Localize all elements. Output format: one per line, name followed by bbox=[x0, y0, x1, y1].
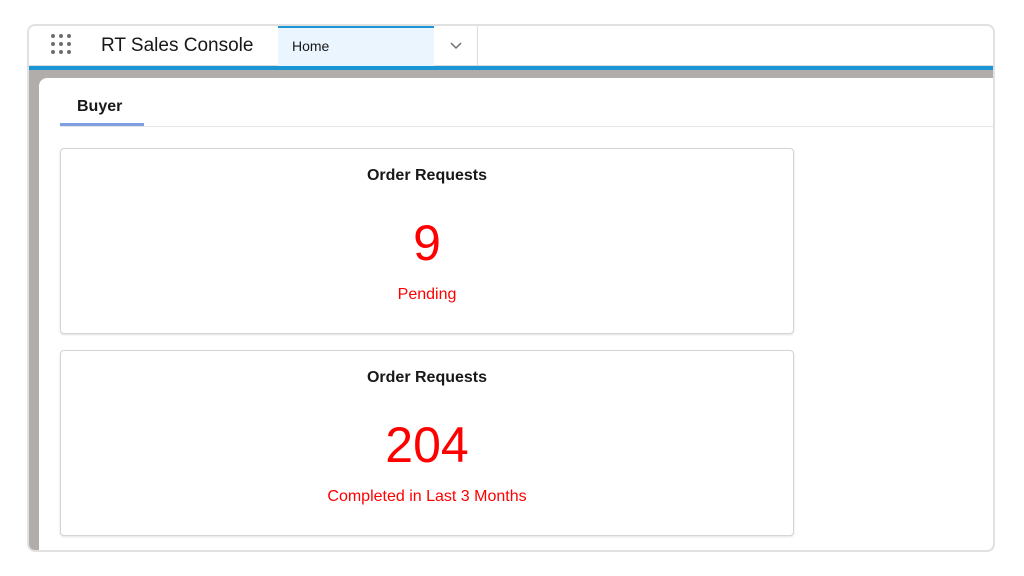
tab-home-label: Home bbox=[292, 38, 330, 54]
completed-count: 204 bbox=[385, 417, 469, 473]
card-caption: Completed in Last 3 Months bbox=[327, 488, 527, 505]
card-title: Order Requests bbox=[366, 369, 488, 386]
pending-order-requests-card: Order Requests 9 Pending bbox=[60, 148, 794, 334]
tab-buyer[interactable]: Buyer bbox=[60, 90, 144, 126]
app-launcher-grid-icon[interactable] bbox=[51, 34, 75, 58]
page-content: Buyer Order Requests 9 Pending Order Req… bbox=[39, 78, 993, 550]
completed-order-requests-card: Order Requests 204 Completed in Last 3 M… bbox=[60, 350, 794, 536]
card-title: Order Requests bbox=[366, 167, 488, 184]
chevron-down-icon bbox=[450, 42, 462, 50]
tab-buyer-label: Buyer bbox=[77, 98, 123, 115]
app-name: RT Sales Console bbox=[101, 35, 254, 56]
tab-divider bbox=[60, 126, 993, 127]
tab-home[interactable]: Home bbox=[278, 26, 434, 66]
nav-menu-button[interactable] bbox=[434, 26, 478, 66]
card-caption: Pending bbox=[397, 286, 457, 303]
console-window: RT Sales Console Home Buyer Order Reques… bbox=[27, 24, 995, 552]
global-nav-bar: RT Sales Console Home bbox=[29, 26, 993, 66]
pending-count: 9 bbox=[413, 215, 441, 271]
